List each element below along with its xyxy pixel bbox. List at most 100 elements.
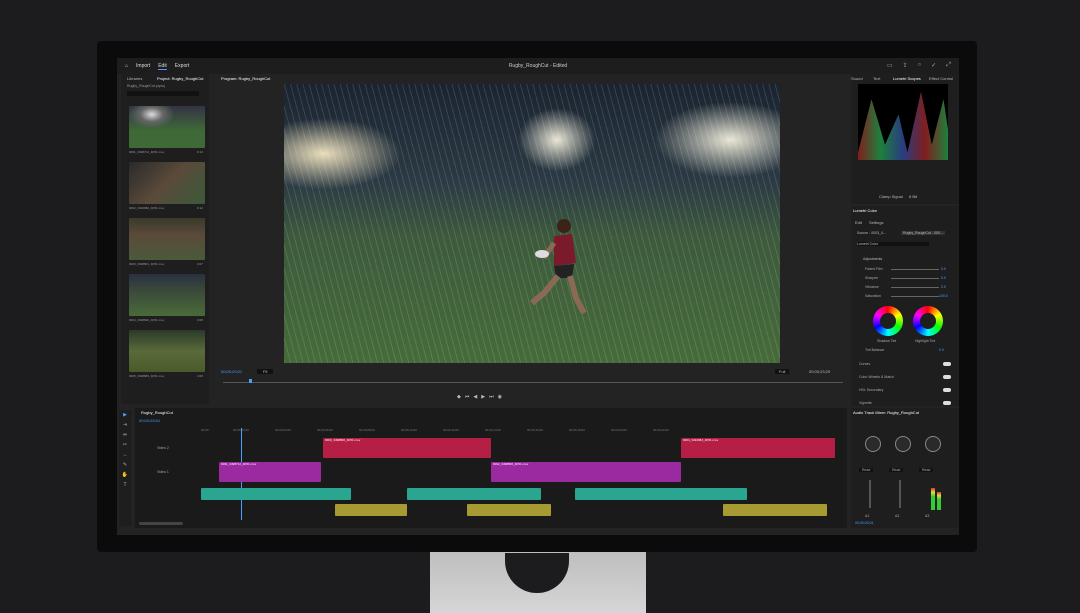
program-monitor-video[interactable] — [284, 84, 780, 363]
tab-program[interactable]: Program: Rugby_RoughCut — [221, 76, 270, 81]
workspace-icon[interactable]: ▭ — [887, 62, 893, 69]
fullscreen-icon[interactable]: ⤢ — [946, 62, 951, 69]
bit-depth-select[interactable]: 8 Bit — [909, 194, 917, 199]
playhead[interactable] — [249, 379, 252, 383]
shadow-tint-label: Shadow Tint — [877, 339, 897, 343]
zoom-select[interactable]: Fit — [257, 369, 274, 374]
channel-label: A3 — [925, 514, 930, 518]
audio-clip-a1[interactable] — [575, 488, 747, 500]
saturation-slider[interactable] — [891, 296, 939, 297]
track-label-v2: Video 2 — [157, 446, 169, 450]
audio-clip-a1[interactable] — [407, 488, 541, 500]
ripple-edit-icon[interactable]: ⇹ — [119, 430, 131, 440]
clip-thumbnail[interactable] — [129, 162, 205, 204]
clip-name: 0003_3498801_4K51.mov — [129, 262, 165, 266]
progress-icon[interactable]: ○ — [918, 62, 922, 69]
lumetri-panel: Lumetri Color Edit Settings Source - 000… — [851, 206, 959, 406]
shadow-tint-wheel[interactable] — [873, 306, 903, 336]
timeline-clip-video2[interactable]: 0004_3432984_4K51.mov — [681, 438, 835, 458]
hsl-toggle[interactable] — [943, 388, 951, 392]
timeline-clip-video1[interactable]: 0002_3498806_4K51.mov — [491, 462, 681, 482]
section-vignette[interactable]: Vignette — [859, 401, 872, 405]
source-select[interactable]: Source - 0003_4... — [857, 231, 886, 235]
automation-mode[interactable]: Read — [859, 468, 874, 472]
track-select-icon[interactable]: ⇥ — [119, 420, 131, 430]
mark-in-icon[interactable]: ◆ — [457, 394, 465, 400]
effect-select[interactable]: Lumetri Color — [857, 242, 929, 246]
play-icon[interactable]: ▶ — [481, 394, 489, 400]
pan-knob[interactable] — [865, 436, 881, 452]
slider-value[interactable]: 0.0 — [941, 267, 946, 271]
audio-clip-a1[interactable] — [201, 488, 351, 500]
slip-tool-icon[interactable]: ↔ — [119, 450, 131, 460]
ruler-tick: 00;00;14;00 — [485, 428, 501, 432]
selection-tool-icon[interactable]: ▶ — [119, 410, 131, 420]
tab-project[interactable]: Project: Rugby_RoughCut — [157, 76, 203, 81]
tab-text[interactable]: Text — [873, 76, 880, 81]
share-icon[interactable]: ⇪ — [903, 62, 908, 69]
hand-tool-icon[interactable]: ✋ — [119, 470, 131, 480]
faded-film-slider[interactable] — [891, 269, 939, 270]
curves-toggle[interactable] — [943, 362, 951, 366]
tab-lumetri-scopes[interactable]: Lumetri Scopes — [893, 76, 921, 81]
quality-select[interactable]: Full — [775, 369, 790, 374]
slider-value[interactable]: 0.0 — [941, 276, 946, 280]
project-search-input[interactable] — [127, 91, 199, 96]
timeline-scrollbar[interactable] — [139, 522, 183, 525]
tab-lumetri-settings[interactable]: Settings — [869, 220, 883, 225]
clip-name: 0001_3498712_4K51.mov — [129, 150, 165, 154]
monitor-scrubber[interactable] — [223, 382, 843, 383]
tools-panel: ▶ ⇥ ⇹ ✂ ↔ ✎ ✋ T — [119, 410, 131, 526]
pen-tool-icon[interactable]: ✎ — [119, 460, 131, 470]
type-tool-icon[interactable]: T — [119, 480, 131, 490]
vibrance-slider[interactable] — [891, 287, 939, 288]
highlight-tint-wheel[interactable] — [913, 306, 943, 336]
section-color-wheels[interactable]: Color Wheels & Match — [859, 375, 894, 379]
automation-mode[interactable]: Read — [919, 468, 934, 472]
clip-thumbnail[interactable] — [129, 274, 205, 316]
channel-label: A2 — [895, 514, 900, 518]
clamp-signal-checkbox[interactable]: Clamp Signal — [879, 194, 903, 199]
export-frame-icon[interactable]: ◉ — [498, 394, 506, 400]
audio-clip-a2[interactable] — [467, 504, 551, 516]
transport-controls: ◆⏮◀▶⏭◉ — [457, 394, 506, 400]
automation-mode[interactable]: Read — [889, 468, 904, 472]
section-hsl[interactable]: HSL Secondary — [859, 388, 883, 392]
tab-lumetri-color[interactable]: Lumetri Color — [853, 208, 877, 213]
timeline-timecode[interactable]: 00;00;03;01 — [139, 418, 160, 423]
fader-a2[interactable] — [899, 480, 901, 508]
program-timecode[interactable]: 00;00;03;01 — [221, 369, 242, 374]
pan-knob[interactable] — [895, 436, 911, 452]
timeline-clip-video1[interactable]: 0001_3498712_4K51.mov — [219, 462, 321, 482]
vignette-toggle[interactable] — [943, 401, 951, 405]
razor-tool-icon[interactable]: ✂ — [119, 440, 131, 450]
tab-effect-controls[interactable]: Effect Control — [929, 76, 953, 81]
tab-lumetri-edit[interactable]: Edit — [855, 220, 862, 225]
audio-clip-a2[interactable] — [335, 504, 407, 516]
audio-clip-a2[interactable] — [723, 504, 827, 516]
tab-sequence[interactable]: Rugby_RoughCut — [141, 410, 173, 415]
pan-knob[interactable] — [925, 436, 941, 452]
clip-label: 0001_3498712_4K51.mov — [221, 462, 257, 466]
step-forward-icon[interactable]: ⏭ — [489, 394, 498, 400]
tab-audio-mixer[interactable]: Audio Track Mixer: Rugby_RoughCut — [853, 410, 919, 415]
notification-icon[interactable]: ✓ — [931, 62, 936, 69]
color-wheels-toggle[interactable] — [943, 375, 951, 379]
clip-thumbnail[interactable] — [129, 106, 205, 148]
section-curves[interactable]: Curves — [859, 362, 870, 366]
adjustments-header[interactable]: Adjustments — [863, 257, 882, 261]
waveform-scope — [858, 84, 948, 160]
timeline-clip-video2[interactable]: 0003_3498800_4K51.mov — [323, 438, 491, 458]
clip-thumbnail[interactable] — [129, 218, 205, 260]
clip-thumbnail[interactable] — [129, 330, 205, 372]
fader-a1[interactable] — [869, 480, 871, 508]
tint-balance-value[interactable]: 0.0 — [939, 348, 944, 352]
slider-value[interactable]: 0.0 — [941, 285, 946, 289]
ruler-tick: 00;00;04;00 — [275, 428, 291, 432]
target-select[interactable]: Rugby_RoughCut - 000... — [901, 231, 945, 235]
tab-sound[interactable]: Sound — [851, 76, 863, 81]
clip-name: 0002_3432984_4K51.mov — [129, 206, 165, 210]
sharpen-slider[interactable] — [891, 278, 939, 279]
tab-libraries[interactable]: Libraries — [127, 76, 142, 81]
slider-value[interactable]: 100.0 — [939, 294, 948, 298]
